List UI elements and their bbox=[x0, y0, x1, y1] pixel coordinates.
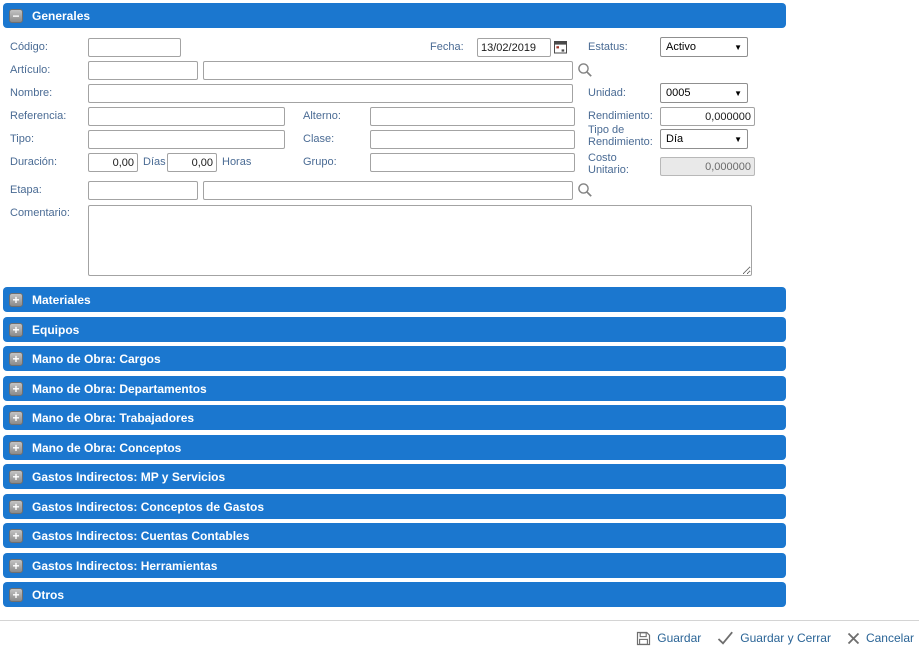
articulo-description-input[interactable] bbox=[203, 61, 573, 80]
etapa-description-input[interactable] bbox=[203, 181, 573, 200]
expand-icon[interactable]: + bbox=[9, 352, 23, 366]
comentario-textarea[interactable] bbox=[88, 205, 752, 276]
section-title: Gastos Indirectos: MP y Servicios bbox=[32, 470, 225, 484]
duracion-horas-input[interactable] bbox=[167, 153, 217, 172]
etapa-code-input[interactable] bbox=[88, 181, 198, 200]
cancelar-button[interactable]: Cancelar bbox=[847, 631, 914, 645]
expand-icon[interactable]: + bbox=[9, 500, 23, 514]
clase-label: Clase: bbox=[303, 133, 334, 145]
toolbar-divider bbox=[0, 620, 919, 621]
grupo-label: Grupo: bbox=[303, 156, 337, 168]
etapa-search-icon[interactable] bbox=[577, 182, 593, 198]
guardar-label: Guardar bbox=[657, 631, 701, 645]
section-title: Materiales bbox=[32, 293, 91, 307]
section-otros[interactable]: + Otros bbox=[3, 582, 786, 607]
section-title: Gastos Indirectos: Conceptos de Gastos bbox=[32, 500, 264, 514]
codigo-input[interactable] bbox=[88, 38, 181, 57]
section-title: Mano de Obra: Departamentos bbox=[32, 382, 207, 396]
duracion-dias-unit: Días bbox=[143, 156, 166, 168]
tipo-label: Tipo: bbox=[10, 133, 34, 145]
guardar-y-cerrar-button[interactable]: Guardar y Cerrar bbox=[717, 631, 831, 645]
guardar-y-cerrar-label: Guardar y Cerrar bbox=[740, 631, 831, 645]
tipo-rendimiento-selected-value: Día bbox=[666, 133, 683, 145]
tipo-rendimiento-label: Tipo de Rendimiento: bbox=[588, 124, 658, 148]
estatus-select[interactable]: Activo ▼ bbox=[660, 37, 748, 57]
section-gastos-herramientas[interactable]: + Gastos Indirectos: Herramientas bbox=[3, 553, 786, 578]
section-title: Mano de Obra: Trabajadores bbox=[32, 411, 194, 425]
duracion-horas-unit: Horas bbox=[222, 156, 251, 168]
expand-icon[interactable]: + bbox=[9, 293, 23, 307]
calendar-icon[interactable] bbox=[554, 40, 567, 54]
costo-unitario-label: Costo Unitario: bbox=[588, 152, 648, 176]
articulo-label: Artículo: bbox=[10, 64, 50, 76]
rendimiento-input[interactable] bbox=[660, 107, 755, 126]
section-title: Mano de Obra: Cargos bbox=[32, 352, 161, 366]
section-title: Gastos Indirectos: Herramientas bbox=[32, 559, 217, 573]
close-icon bbox=[847, 632, 860, 645]
estatus-selected-value: Activo bbox=[666, 41, 696, 53]
section-gastos-cuentas-contables[interactable]: + Gastos Indirectos: Cuentas Contables bbox=[3, 523, 786, 548]
section-title: Equipos bbox=[32, 323, 79, 337]
rendimiento-label: Rendimiento: bbox=[588, 110, 653, 122]
alterno-label: Alterno: bbox=[303, 110, 341, 122]
expand-icon[interactable]: + bbox=[9, 470, 23, 484]
articulo-search-icon[interactable] bbox=[577, 62, 593, 78]
unidad-select[interactable]: 0005 ▼ bbox=[660, 83, 748, 103]
tipo-rendimiento-select[interactable]: Día ▼ bbox=[660, 129, 748, 149]
referencia-label: Referencia: bbox=[10, 110, 66, 122]
expand-icon[interactable]: + bbox=[9, 382, 23, 396]
tipo-input[interactable] bbox=[88, 130, 285, 149]
comentario-label: Comentario: bbox=[10, 207, 70, 219]
section-mano-obra-conceptos[interactable]: + Mano de Obra: Conceptos bbox=[3, 435, 786, 460]
action-toolbar: Guardar Guardar y Cerrar Cancelar bbox=[636, 628, 914, 648]
estatus-label: Estatus: bbox=[588, 41, 628, 53]
expand-icon[interactable]: + bbox=[9, 559, 23, 573]
referencia-input[interactable] bbox=[88, 107, 285, 126]
section-gastos-mp-servicios[interactable]: + Gastos Indirectos: MP y Servicios bbox=[3, 464, 786, 489]
expand-icon[interactable]: + bbox=[9, 529, 23, 543]
check-icon bbox=[717, 631, 734, 645]
articulo-code-input[interactable] bbox=[88, 61, 198, 80]
codigo-label: Código: bbox=[10, 41, 48, 53]
costing-form-page: − Generales Código: Fecha: Estatus: Acti… bbox=[0, 0, 919, 651]
collapse-icon[interactable]: − bbox=[9, 9, 23, 23]
dropdown-arrow-icon: ▼ bbox=[734, 43, 742, 52]
section-generales-header[interactable]: − Generales bbox=[3, 3, 786, 28]
fecha-label: Fecha: bbox=[430, 41, 464, 53]
alterno-input[interactable] bbox=[370, 107, 575, 126]
duracion-label: Duración: bbox=[10, 156, 57, 168]
dropdown-arrow-icon: ▼ bbox=[734, 89, 742, 98]
dropdown-arrow-icon: ▼ bbox=[734, 135, 742, 144]
section-mano-obra-departamentos[interactable]: + Mano de Obra: Departamentos bbox=[3, 376, 786, 401]
section-title: Mano de Obra: Conceptos bbox=[32, 441, 181, 455]
nombre-input[interactable] bbox=[88, 84, 573, 103]
costo-unitario-input bbox=[660, 157, 755, 176]
unidad-label: Unidad: bbox=[588, 87, 626, 99]
expand-icon[interactable]: + bbox=[9, 441, 23, 455]
section-mano-obra-trabajadores[interactable]: + Mano de Obra: Trabajadores bbox=[3, 405, 786, 430]
duracion-dias-input[interactable] bbox=[88, 153, 138, 172]
unidad-selected-value: 0005 bbox=[666, 87, 690, 99]
expand-icon[interactable]: + bbox=[9, 323, 23, 337]
grupo-input[interactable] bbox=[370, 153, 575, 172]
nombre-label: Nombre: bbox=[10, 87, 52, 99]
section-materiales[interactable]: + Materiales bbox=[3, 287, 786, 312]
clase-input[interactable] bbox=[370, 130, 575, 149]
etapa-label: Etapa: bbox=[10, 184, 42, 196]
section-mano-obra-cargos[interactable]: + Mano de Obra: Cargos bbox=[3, 346, 786, 371]
cancelar-label: Cancelar bbox=[866, 631, 914, 645]
save-icon bbox=[636, 631, 651, 646]
section-title: Otros bbox=[32, 588, 64, 602]
section-generales-title: Generales bbox=[32, 9, 90, 23]
fecha-input[interactable] bbox=[477, 38, 551, 57]
expand-icon[interactable]: + bbox=[9, 588, 23, 602]
section-equipos[interactable]: + Equipos bbox=[3, 317, 786, 342]
section-gastos-conceptos-gastos[interactable]: + Gastos Indirectos: Conceptos de Gastos bbox=[3, 494, 786, 519]
guardar-button[interactable]: Guardar bbox=[636, 631, 701, 646]
section-title: Gastos Indirectos: Cuentas Contables bbox=[32, 529, 249, 543]
expand-icon[interactable]: + bbox=[9, 411, 23, 425]
